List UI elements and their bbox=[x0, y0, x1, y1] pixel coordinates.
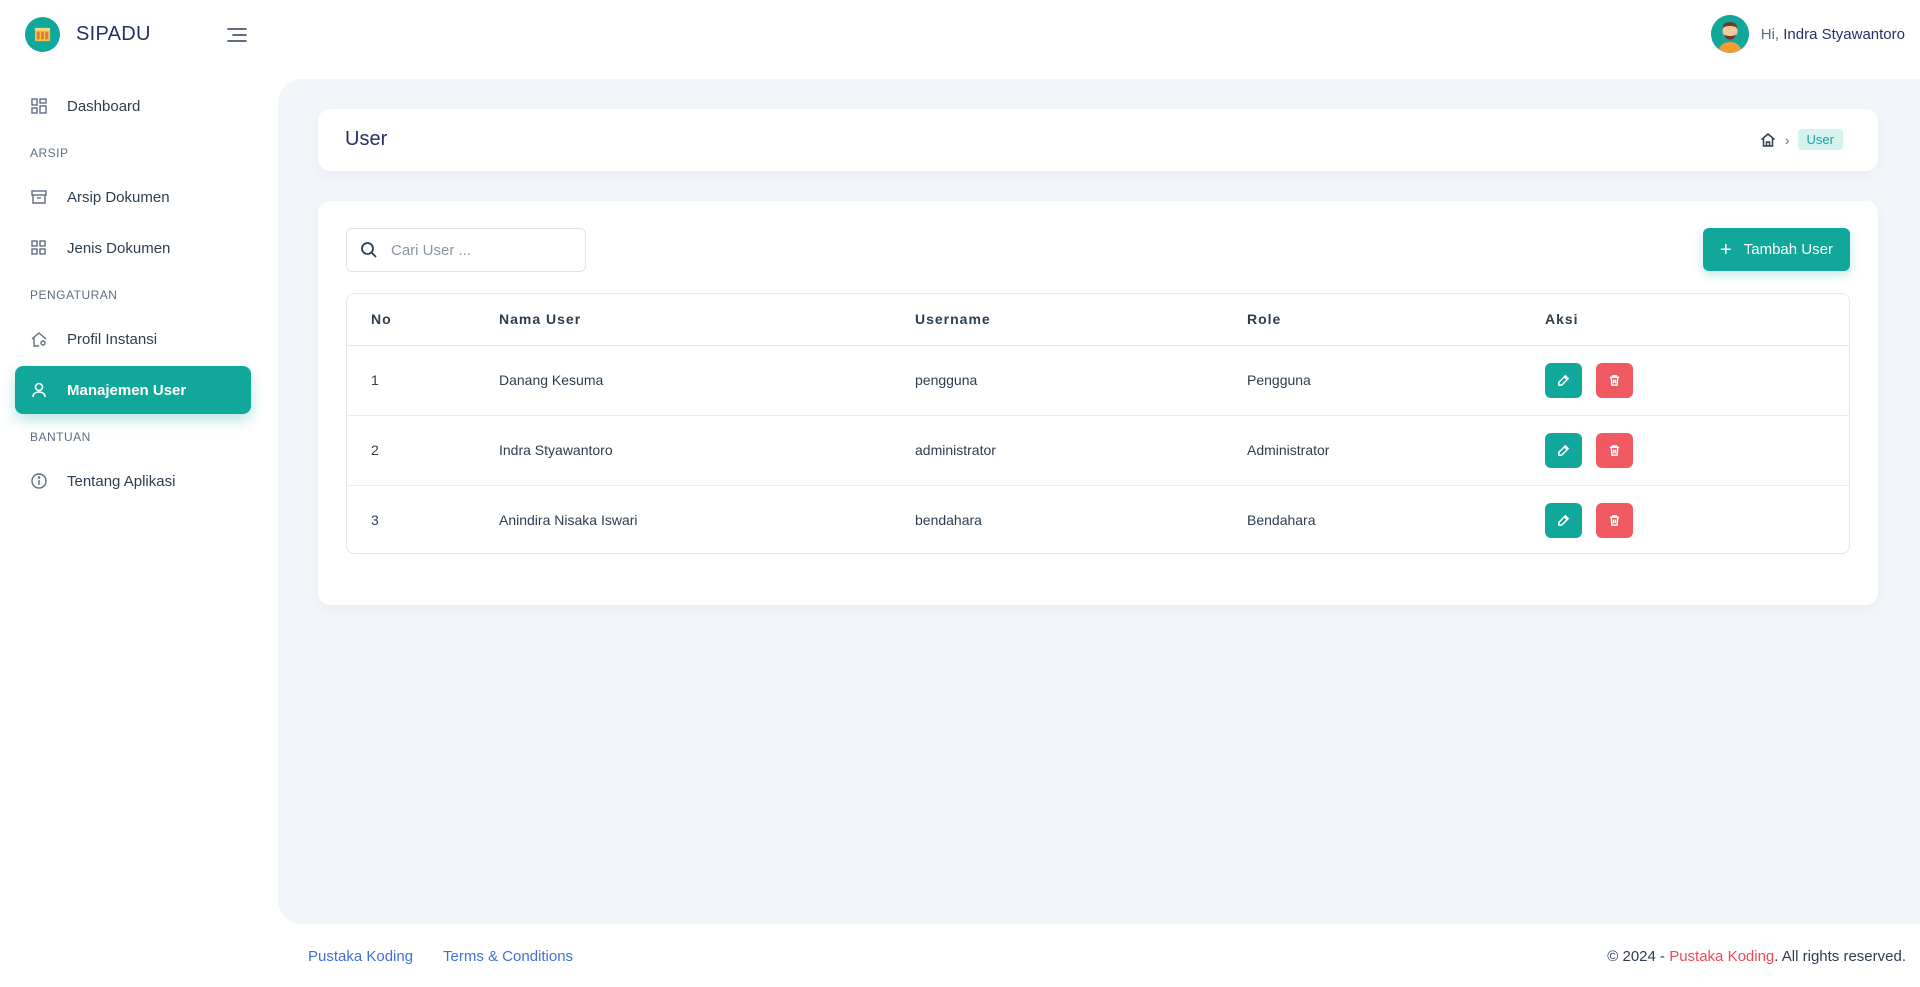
copyright-brand[interactable]: Pustaka Koding bbox=[1669, 948, 1774, 965]
cell-name: Indra Styawantoro bbox=[499, 415, 915, 486]
cell-role: Administrator bbox=[1247, 415, 1545, 486]
sidebar-item-tentang-aplikasi[interactable]: Tentang Aplikasi bbox=[15, 457, 251, 505]
edit-button[interactable] bbox=[1545, 502, 1582, 538]
chevron-right-icon: › bbox=[1784, 131, 1790, 148]
cell-actions bbox=[1545, 485, 1849, 553]
user-greeting: Hi, Indra Styawantoro bbox=[1761, 26, 1905, 43]
sidebar-item-manajemen-user[interactable]: Manajemen User bbox=[15, 366, 251, 414]
brand-name: SIPADU bbox=[76, 23, 151, 45]
header-no[interactable]: No bbox=[347, 294, 499, 346]
delete-button[interactable] bbox=[1595, 502, 1633, 538]
footer: Pustaka Koding Terms & Conditions © 2024… bbox=[0, 948, 1920, 968]
search-input[interactable] bbox=[391, 241, 571, 259]
add-user-button[interactable]: + Tambah User bbox=[1703, 228, 1850, 271]
sidebar-item-label: Dashboard bbox=[67, 97, 141, 115]
copyright-suffix: . All rights reserved. bbox=[1774, 948, 1906, 965]
grid-icon bbox=[31, 240, 46, 255]
user-table: No Nama User Username Role Aksi 1 Danang… bbox=[346, 293, 1850, 554]
user-icon bbox=[32, 382, 46, 398]
delete-button[interactable] bbox=[1595, 432, 1633, 468]
cell-no: 3 bbox=[371, 512, 379, 529]
sidebar: SIPADU Dashboard ARSIP Arsip Dokumen Jen bbox=[0, 0, 264, 987]
cell-name: Danang Kesuma bbox=[499, 345, 915, 416]
cell-actions bbox=[1545, 415, 1849, 486]
edit-icon bbox=[1558, 374, 1570, 386]
cell-no: 2 bbox=[347, 415, 499, 486]
trash-icon bbox=[1609, 514, 1620, 526]
table-row: 3 Anindira Nisaka Iswari bendahara Benda… bbox=[347, 485, 1849, 553]
edit-button[interactable] bbox=[1545, 362, 1582, 398]
menu-toggle-icon[interactable] bbox=[225, 25, 249, 45]
copyright: © 2024 - Pustaka Koding. All rights rese… bbox=[1607, 948, 1906, 965]
user-table-card: + Tambah User No Nama User Username Role… bbox=[318, 201, 1878, 605]
sidebar-item-label: Manajemen User bbox=[67, 381, 187, 399]
footer-link-pustaka-koding[interactable]: Pustaka Koding bbox=[308, 948, 413, 965]
edit-icon bbox=[1558, 444, 1570, 456]
section-label-pengaturan: PENGATURAN bbox=[30, 288, 118, 302]
sidebar-item-jenis-dokumen[interactable]: Jenis Dokumen bbox=[15, 224, 251, 272]
avatar bbox=[1710, 15, 1749, 53]
page-header-card: User › User bbox=[318, 109, 1878, 171]
header-username[interactable]: Username bbox=[915, 294, 1247, 346]
search-field[interactable] bbox=[346, 228, 586, 272]
brand[interactable]: SIPADU bbox=[25, 17, 151, 52]
plus-icon: + bbox=[1720, 238, 1732, 261]
header-role[interactable]: Role bbox=[1247, 294, 1545, 346]
sidebar-item-dashboard[interactable]: Dashboard bbox=[15, 82, 251, 130]
section-label-bantuan: BANTUAN bbox=[30, 430, 91, 444]
table-header-row: No Nama User Username Role Aksi bbox=[347, 294, 1849, 346]
cell-role: Pengguna bbox=[1247, 345, 1545, 416]
greeting-prefix: Hi, bbox=[1760, 25, 1780, 43]
delete-button[interactable] bbox=[1595, 362, 1633, 398]
cell-name: Anindira Nisaka Iswari bbox=[499, 512, 638, 529]
cell-role: Bendahara bbox=[1247, 512, 1316, 529]
header-aksi: Aksi bbox=[1545, 294, 1849, 346]
sidebar-item-arsip-dokumen[interactable]: Arsip Dokumen bbox=[15, 173, 251, 221]
home-settings-icon bbox=[31, 332, 47, 347]
page-title: User bbox=[345, 128, 388, 150]
cell-username: bendahara bbox=[915, 512, 982, 529]
cell-actions bbox=[1545, 345, 1849, 416]
table-row: 1 Danang Kesuma pengguna Pengguna bbox=[347, 345, 1849, 416]
archive-logo-icon bbox=[25, 17, 60, 52]
copyright-prefix: © 2024 - bbox=[1607, 948, 1670, 965]
breadcrumb: › User bbox=[1759, 129, 1843, 150]
home-icon[interactable] bbox=[1759, 131, 1777, 149]
trash-icon bbox=[1609, 374, 1620, 386]
dashboard-icon bbox=[31, 98, 47, 114]
section-label-arsip: ARSIP bbox=[30, 146, 69, 160]
add-user-label: Tambah User bbox=[1743, 241, 1833, 258]
sidebar-item-label: Profil Instansi bbox=[67, 330, 158, 348]
edit-button[interactable] bbox=[1545, 432, 1582, 468]
sidebar-item-label: Tentang Aplikasi bbox=[67, 472, 176, 490]
header-nama-user[interactable]: Nama User bbox=[499, 294, 915, 346]
sidebar-item-label: Jenis Dokumen bbox=[67, 239, 171, 257]
info-icon bbox=[31, 473, 47, 489]
main-content: User › User + Tambah User No bbox=[278, 79, 1920, 924]
user-name: Indra Styawantoro bbox=[1783, 25, 1905, 43]
sidebar-item-profil-instansi[interactable]: Profil Instansi bbox=[15, 315, 251, 363]
trash-icon bbox=[1609, 444, 1620, 456]
edit-icon bbox=[1558, 514, 1570, 526]
breadcrumb-current: User bbox=[1797, 129, 1843, 150]
sidebar-item-label: Arsip Dokumen bbox=[67, 188, 170, 206]
search-icon bbox=[361, 242, 377, 258]
archive-box-icon bbox=[31, 190, 47, 204]
sidebar-nav: Dashboard ARSIP Arsip Dokumen Jenis Doku… bbox=[15, 82, 251, 508]
cell-username: administrator bbox=[915, 415, 1247, 486]
footer-link-terms[interactable]: Terms & Conditions bbox=[443, 948, 573, 965]
user-menu[interactable]: Hi, Indra Styawantoro bbox=[1710, 15, 1905, 53]
cell-username: pengguna bbox=[915, 345, 1247, 416]
cell-no: 1 bbox=[347, 345, 499, 416]
table-row: 2 Indra Styawantoro administrator Admini… bbox=[347, 415, 1849, 486]
